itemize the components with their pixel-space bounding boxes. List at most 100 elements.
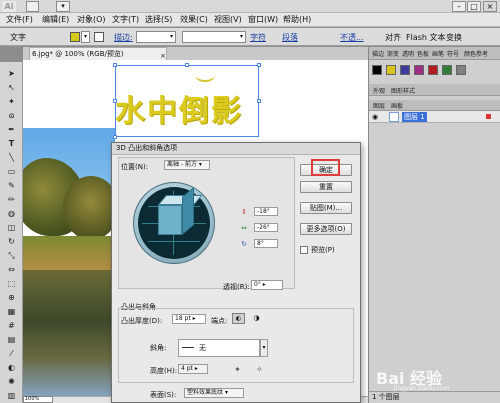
- menu-edit[interactable]: 编辑(E): [42, 14, 69, 26]
- bevel-in-icon[interactable]: ✧: [254, 364, 265, 375]
- paintbrush-tool-icon[interactable]: ✎: [6, 180, 17, 191]
- swatch[interactable]: [428, 65, 438, 75]
- tab-appearance[interactable]: 外观: [373, 86, 385, 95]
- layer-row[interactable]: ◉ 图层 1: [369, 111, 500, 123]
- rotate-tool-icon[interactable]: ↻: [6, 236, 17, 247]
- mesh-tool-icon[interactable]: #: [6, 320, 17, 331]
- column-graph-tool-icon[interactable]: ▥: [6, 390, 17, 401]
- close-button[interactable]: ×: [483, 1, 497, 12]
- tab-swatches[interactable]: 色板: [417, 49, 429, 58]
- tab-color-guide[interactable]: 颜色参考: [464, 49, 488, 58]
- selection-tool-icon[interactable]: ➤: [6, 68, 17, 79]
- selection-handle[interactable]: [113, 135, 117, 139]
- layer-name[interactable]: 图层 1: [402, 112, 427, 122]
- bridge-button[interactable]: [26, 1, 39, 12]
- cap-off-button[interactable]: ◑: [250, 313, 263, 324]
- swatch[interactable]: [456, 65, 466, 75]
- eraser-tool-icon[interactable]: ◫: [6, 222, 17, 233]
- rotate-z-field[interactable]: 8°: [254, 239, 278, 248]
- tab-stroke[interactable]: 描边: [372, 49, 384, 58]
- chevron-down-icon[interactable]: ▾: [260, 339, 268, 357]
- shape-builder-tool-icon[interactable]: ⊕: [6, 292, 17, 303]
- width-tool-icon[interactable]: ⇔: [6, 264, 17, 275]
- swatch[interactable]: [386, 65, 396, 75]
- reset-button[interactable]: 重置: [300, 181, 352, 193]
- line-tool-icon[interactable]: ╲: [6, 152, 17, 163]
- pencil-tool-icon[interactable]: ✏: [6, 194, 17, 205]
- eye-icon[interactable]: ◉: [372, 113, 378, 121]
- menu-window[interactable]: 窗口(W): [248, 14, 278, 26]
- gradient-tool-icon[interactable]: ▤: [6, 334, 17, 345]
- stroke-weight-dropdown[interactable]: ▾: [136, 31, 176, 43]
- menu-file[interactable]: 文件(F): [6, 14, 33, 26]
- selection-handle[interactable]: [185, 63, 189, 67]
- preview-label[interactable]: 预览(P): [311, 245, 335, 255]
- minimize-button[interactable]: –: [452, 1, 466, 12]
- swatch[interactable]: [372, 65, 382, 75]
- selection-handle[interactable]: [257, 63, 261, 67]
- menu-effect[interactable]: 效果(C): [180, 14, 208, 26]
- rotate-x-field[interactable]: -18°: [254, 207, 278, 216]
- more-options-button[interactable]: 更多选项(O): [300, 223, 352, 235]
- preview-checkbox[interactable]: [300, 246, 308, 254]
- tab-brushes[interactable]: 画笔: [432, 49, 444, 58]
- selection-handle[interactable]: [113, 99, 117, 103]
- tab-gradient[interactable]: 渐变: [387, 49, 399, 58]
- free-transform-tool-icon[interactable]: ⬚: [6, 278, 17, 289]
- document-tab[interactable]: 6.jpg* @ 100% (RGB/预览) ×: [29, 47, 167, 60]
- character-link[interactable]: 字符: [250, 32, 266, 43]
- surface-dropdown[interactable]: 塑料效果底纹 ▾: [184, 388, 244, 398]
- tab-symbols[interactable]: 符号: [447, 49, 459, 58]
- arrange-documents-button[interactable]: ▾: [56, 1, 70, 12]
- menu-object[interactable]: 对象(O): [77, 14, 106, 26]
- selection-bounding-box[interactable]: [115, 65, 259, 137]
- scale-tool-icon[interactable]: ⤡: [6, 250, 17, 261]
- bevel-field[interactable]: 无: [178, 339, 260, 357]
- selection-handle[interactable]: [257, 99, 261, 103]
- perspective-grid-tool-icon[interactable]: ▦: [6, 306, 17, 317]
- fill-dropdown[interactable]: ▾: [81, 31, 90, 43]
- depth-field[interactable]: 18 pt ▸: [172, 314, 206, 324]
- blend-tool-icon[interactable]: ◐: [6, 362, 17, 373]
- lasso-tool-icon[interactable]: ɷ: [6, 110, 17, 121]
- bevel-out-icon[interactable]: ✦: [232, 364, 243, 375]
- transform-label[interactable]: 变换: [446, 32, 462, 43]
- rotate-y-field[interactable]: -26°: [254, 223, 278, 232]
- paragraph-link[interactable]: 段落: [282, 32, 298, 43]
- fill-swatch[interactable]: [70, 32, 80, 42]
- eyedropper-tool-icon[interactable]: ⁄: [6, 348, 17, 359]
- swatch[interactable]: [400, 65, 410, 75]
- magic-wand-tool-icon[interactable]: ✦: [6, 96, 17, 107]
- symbol-sprayer-tool-icon[interactable]: ✺: [6, 376, 17, 387]
- opacity-link[interactable]: 不透...: [340, 32, 364, 43]
- stroke-swatch[interactable]: [94, 32, 104, 42]
- swatch[interactable]: [442, 65, 452, 75]
- type-tool-icon[interactable]: T: [6, 138, 17, 149]
- tab-graphic-styles[interactable]: 图形样式: [391, 86, 415, 95]
- zoom-field[interactable]: 100%: [23, 396, 53, 403]
- height-field[interactable]: 4 pt ▸: [178, 364, 208, 374]
- stroke-link[interactable]: 描边:: [114, 32, 133, 43]
- tab-layers[interactable]: 图层: [373, 101, 385, 110]
- align-label[interactable]: 对齐: [385, 32, 401, 43]
- font-dropdown[interactable]: ▾: [182, 31, 246, 43]
- direct-selection-tool-icon[interactable]: ↖: [6, 82, 17, 93]
- flash-text-label[interactable]: Flash 文本: [406, 32, 446, 43]
- selection-handle[interactable]: [113, 63, 117, 67]
- position-dropdown[interactable]: 离轴 - 前方 ▾: [164, 160, 210, 170]
- pen-tool-icon[interactable]: ✒: [6, 124, 17, 135]
- tab-artboards[interactable]: 画板: [391, 101, 403, 110]
- map-art-button[interactable]: 贴图(M)...: [300, 202, 352, 214]
- perspective-field[interactable]: 0° ▸: [251, 280, 283, 290]
- blob-brush-tool-icon[interactable]: ◍: [6, 208, 17, 219]
- swatch[interactable]: [414, 65, 424, 75]
- menu-help[interactable]: 帮助(H): [283, 14, 311, 26]
- menu-select[interactable]: 选择(S): [145, 14, 172, 26]
- menu-view[interactable]: 视图(V): [214, 14, 242, 26]
- cap-on-button[interactable]: ◐: [232, 313, 245, 324]
- rectangle-tool-icon[interactable]: ▭: [6, 166, 17, 177]
- menu-text[interactable]: 文字(T): [112, 14, 139, 26]
- maximize-button[interactable]: □: [467, 1, 481, 12]
- selection-indicator[interactable]: [486, 114, 491, 119]
- tab-transparency[interactable]: 透明: [402, 49, 414, 58]
